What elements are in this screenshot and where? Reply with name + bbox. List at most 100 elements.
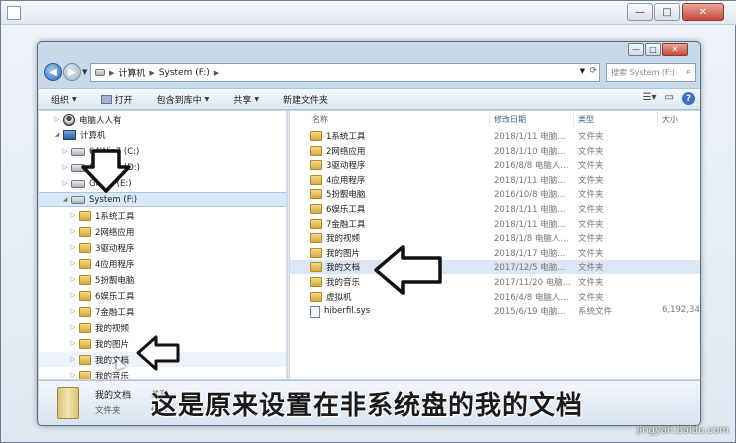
file-row[interactable]: 5扮靓电脑 2016/10/8 电脑... 文件夹 bbox=[290, 187, 700, 201]
file-row[interactable]: 7金融工具 2018/1/11 电脑... 文件夹 bbox=[290, 217, 700, 231]
outer-window: — □ ✕ — □ ✕ ◀ ▶ ▼ ▶ 计算机 ▶ System (F:) ▶ … bbox=[0, 0, 736, 443]
toolbar-right: ☰▾ ▭ ? bbox=[643, 92, 695, 105]
open-button[interactable]: 打开 bbox=[89, 93, 145, 106]
file-name: 我的图片 bbox=[326, 248, 361, 259]
breadcrumb-separator-icon[interactable]: ▶ bbox=[109, 69, 114, 77]
nav-item-drive-e[interactable]: ▷ Ghost (E:) bbox=[39, 176, 286, 191]
nav-item-folder[interactable]: ▷ 2网络应用 bbox=[39, 224, 286, 239]
file-row[interactable]: 3驱动程序 2016/8/8 电脑人... 文件夹 bbox=[290, 158, 700, 172]
file-type: 文件夹 bbox=[578, 175, 604, 186]
close-button[interactable]: ✕ bbox=[682, 3, 724, 21]
breadcrumb-computer[interactable]: 计算机 bbox=[118, 66, 145, 79]
breadcrumb-separator-icon[interactable]: ▶ bbox=[214, 69, 219, 77]
column-header-label: 类型 bbox=[578, 114, 594, 124]
new-folder-label: 新建文件夹 bbox=[282, 95, 328, 106]
file-name: 7金融工具 bbox=[326, 219, 366, 230]
search-input[interactable]: 搜索 System (F:) ⌕ bbox=[606, 63, 696, 82]
address-drive-icon bbox=[95, 69, 105, 76]
nav-item-drive-f[interactable]: ◢ System (F:) bbox=[39, 192, 286, 207]
file-row[interactable]: 我的视频 2018/1/8 电脑人... 文件夹 bbox=[290, 231, 700, 245]
expander-icon[interactable]: ▷ bbox=[69, 356, 77, 363]
file-type: 文件夹 bbox=[578, 161, 604, 172]
forward-button[interactable]: ▶ bbox=[63, 63, 81, 81]
folder-icon bbox=[79, 258, 91, 269]
share-button[interactable]: 共享 ▼ bbox=[221, 93, 271, 106]
expander-icon[interactable]: ▷ bbox=[69, 212, 77, 219]
expander-icon[interactable]: ◢ bbox=[61, 196, 69, 203]
expander-icon[interactable]: ▷ bbox=[69, 324, 77, 331]
column-header-size[interactable]: 大小 bbox=[658, 111, 700, 127]
nav-item-folder[interactable]: ▷ 我的视频 bbox=[39, 320, 286, 335]
expander-icon[interactable]: ▷ bbox=[61, 148, 69, 155]
breadcrumb-separator-icon[interactable]: ▶ bbox=[149, 69, 154, 77]
explorer-close-button[interactable]: ✕ bbox=[662, 43, 688, 56]
explorer-maximize-button[interactable]: □ bbox=[645, 43, 661, 56]
nav-item-folder[interactable]: ▷ 7金融工具 bbox=[39, 304, 286, 319]
file-row[interactable]: 我的音乐 2017/11/20 电脑... 文件夹 bbox=[290, 275, 700, 289]
nav-item-user[interactable]: ▷ 电脑人人有 bbox=[39, 112, 286, 127]
folder-icon bbox=[79, 306, 91, 317]
expander-icon[interactable]: ▷ bbox=[69, 276, 77, 283]
address-dropdown-icon[interactable]: ▼ bbox=[580, 67, 585, 75]
nav-item-folder[interactable]: ▷ 6娱乐工具 bbox=[39, 288, 286, 303]
expander-icon[interactable]: ▷ bbox=[69, 340, 77, 347]
nav-item-drive-c[interactable]: ▷ 64Win7 (C:) bbox=[39, 144, 286, 159]
app-icon bbox=[7, 6, 21, 20]
nav-item-label: 6娱乐工具 bbox=[95, 291, 135, 302]
back-button[interactable]: ◀ bbox=[44, 63, 62, 81]
view-options-icon[interactable]: ☰▾ bbox=[643, 92, 657, 105]
column-header-name[interactable]: 名称 bbox=[308, 111, 490, 127]
file-row[interactable]: 我的文档 2017/12/5 电脑... 文件夹 bbox=[290, 260, 700, 275]
maximize-button[interactable]: □ bbox=[654, 3, 680, 21]
column-header-date[interactable]: 修改日期 bbox=[490, 111, 574, 127]
file-name: 我的文档 bbox=[326, 263, 361, 274]
file-row[interactable]: 4应用程序 2018/1/11 电脑... 文件夹 bbox=[290, 173, 700, 187]
recent-pages-chevron-icon[interactable]: ▼ bbox=[82, 68, 87, 76]
organize-button[interactable]: 组织 ▼ bbox=[39, 93, 89, 106]
nav-item-label: 7金融工具 bbox=[95, 307, 135, 318]
organize-label: 组织 bbox=[51, 95, 70, 106]
expander-icon[interactable]: ▷ bbox=[61, 164, 69, 171]
include-in-library-button[interactable]: 包含到库中 ▼ bbox=[145, 93, 222, 106]
expander-icon[interactable]: ▷ bbox=[69, 308, 77, 315]
breadcrumb-drive[interactable]: System (F:) bbox=[159, 68, 210, 78]
expander-icon[interactable]: ▷ bbox=[53, 116, 61, 123]
folder-icon bbox=[310, 189, 322, 200]
minimize-button[interactable]: — bbox=[627, 3, 653, 21]
file-row[interactable]: 1系统工具 2018/1/11 电脑... 文件夹 bbox=[290, 129, 700, 143]
file-date: 2017/12/5 电脑... bbox=[494, 263, 566, 274]
nav-item-folder[interactable]: ▷ 5扮靓电脑 bbox=[39, 272, 286, 287]
expander-icon[interactable]: ▷ bbox=[69, 244, 77, 251]
file-name: 2网络应用 bbox=[326, 146, 366, 157]
nav-item-folder[interactable]: ▷ 1系统工具 bbox=[39, 208, 286, 223]
file-row[interactable]: 2网络应用 2018/1/10 电脑... 文件夹 bbox=[290, 144, 700, 158]
expander-icon[interactable]: ▷ bbox=[69, 372, 77, 379]
address-bar[interactable]: ▶ 计算机 ▶ System (F:) ▶ ▼ ⟳ bbox=[90, 63, 600, 82]
column-header-type[interactable]: 类型 bbox=[574, 111, 658, 127]
file-row[interactable]: 虚拟机 2016/4/8 电脑人... 文件夹 bbox=[290, 290, 700, 304]
expander-icon[interactable]: ◢ bbox=[53, 131, 61, 138]
search-icon: ⌕ bbox=[685, 67, 691, 77]
file-row[interactable]: 我的图片 2018/1/17 电脑... 文件夹 bbox=[290, 246, 700, 260]
help-icon[interactable]: ? bbox=[682, 92, 695, 105]
explorer-minimize-button[interactable]: — bbox=[628, 43, 644, 56]
folder-icon bbox=[79, 210, 91, 221]
new-folder-button[interactable]: 新建文件夹 bbox=[271, 93, 340, 106]
pane-splitter[interactable] bbox=[288, 111, 289, 379]
refresh-icon[interactable]: ⟳ bbox=[589, 66, 597, 76]
file-type: 文件夹 bbox=[578, 146, 604, 157]
command-bar: 组织 ▼ 打开 包含到库中 ▼ 共享 ▼ 新建文件夹 ☰▾ ▭ ? bbox=[39, 88, 700, 110]
nav-item-drive-d[interactable]: ▷ 64Win8 (D:) bbox=[39, 160, 286, 175]
expander-icon[interactable]: ▷ bbox=[69, 292, 77, 299]
expander-icon[interactable]: ▷ bbox=[69, 260, 77, 267]
nav-item-folder[interactable]: ▷ 3驱动程序 bbox=[39, 240, 286, 255]
folder-icon bbox=[79, 290, 91, 301]
nav-item-computer[interactable]: ◢ 计算机 bbox=[39, 127, 286, 142]
preview-pane-icon[interactable]: ▭ bbox=[665, 92, 674, 105]
expander-icon[interactable]: ▷ bbox=[61, 180, 69, 187]
expander-icon[interactable]: ▷ bbox=[69, 228, 77, 235]
nav-item-folder[interactable]: ▷ 4应用程序 bbox=[39, 256, 286, 271]
file-row[interactable]: 6娱乐工具 2018/1/11 电脑... 文件夹 bbox=[290, 202, 700, 216]
file-row[interactable]: hiberfil.sys 2015/6/19 电脑... 系统文件 6,192,348 bbox=[290, 304, 700, 319]
file-date: 2018/1/17 电脑... bbox=[494, 248, 566, 259]
